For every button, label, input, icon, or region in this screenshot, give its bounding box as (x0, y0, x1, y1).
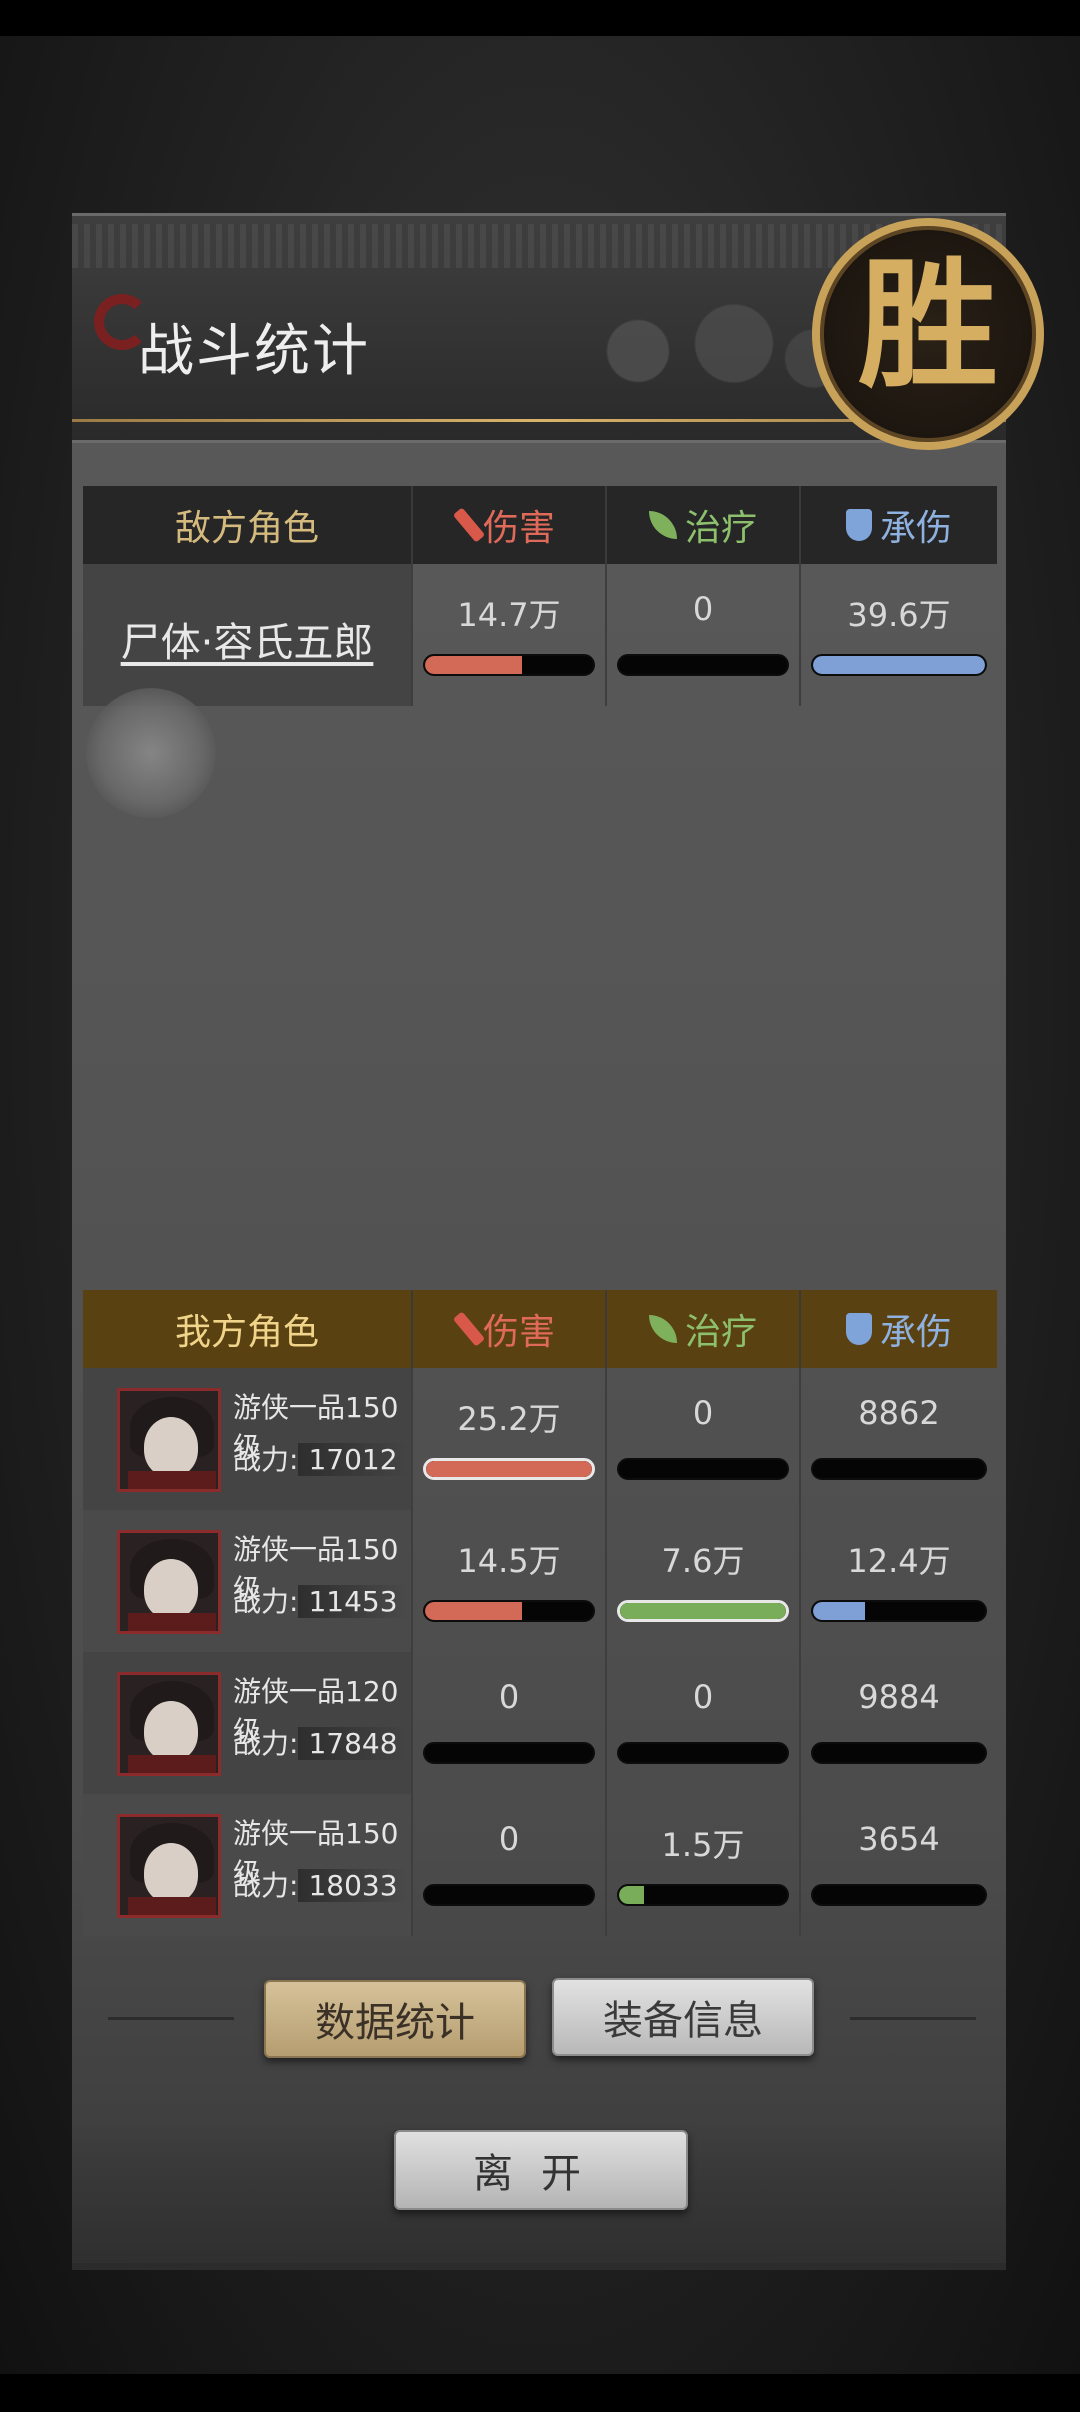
tank-column-header: 承伤 (801, 1290, 997, 1368)
tank-value: 8862 (858, 1394, 940, 1432)
hero-cell: 游侠一品150级 战力: 11453 (83, 1510, 413, 1652)
leave-button[interactable]: 离开 (394, 2130, 688, 2210)
ink-stamp-decoration (86, 688, 216, 818)
heal-column-header: 治疗 (607, 1290, 801, 1368)
left-divider (108, 2017, 234, 2020)
sword-icon (452, 507, 486, 543)
ally-table-header: 我方角色 伤害 治疗 承伤 (83, 1290, 997, 1368)
leaf-icon (648, 511, 677, 539)
heal-bar (617, 1458, 789, 1480)
hero-avatar[interactable] (117, 1530, 221, 1634)
damage-cell: 0 (413, 1652, 607, 1794)
table-row[interactable]: 游侠一品150级 战力: 18033 0 1.5万 3654 (83, 1794, 997, 1936)
table-row[interactable]: 游侠一品150级 战力: 17012 25.2万 0 8862 (83, 1368, 997, 1510)
damage-bar (423, 1458, 595, 1480)
tank-value: 9884 (858, 1678, 940, 1716)
heal-bar-fill (620, 1603, 786, 1619)
tank-cell: 8862 (801, 1368, 997, 1510)
tank-value: 3654 (858, 1820, 940, 1858)
data-stats-button[interactable]: 数据统计 (264, 1980, 526, 2058)
hero-avatar[interactable] (117, 1814, 221, 1918)
hero-power: 战力: 17012 (233, 1438, 408, 1478)
damage-cell: 14.5万 (413, 1510, 607, 1652)
heal-value: 0 (692, 1394, 714, 1432)
damage-bar (423, 1600, 595, 1622)
heal-bar (617, 1884, 789, 1906)
hero-cell: 游侠一品150级 战力: 17012 (83, 1368, 413, 1510)
shield-icon (845, 1313, 872, 1345)
sword-icon (452, 1311, 486, 1347)
shield-icon (845, 509, 872, 541)
tank-bar-fill (813, 656, 985, 674)
tank-value: 12.4万 (847, 1542, 951, 1580)
tank-bar (811, 654, 987, 676)
damage-cell: 0 (413, 1794, 607, 1936)
damage-column-header: 伤害 (413, 1290, 607, 1368)
tank-bar (811, 1458, 987, 1480)
damage-bar (423, 1742, 595, 1764)
tank-bar-fill (813, 1602, 865, 1620)
heal-bar (617, 1742, 789, 1764)
hero-avatar[interactable] (117, 1388, 221, 1492)
hero-power: 战力: 18033 (233, 1864, 408, 1904)
heal-bar-fill (619, 1886, 645, 1904)
navigation-bar (0, 2374, 1080, 2412)
table-row[interactable]: 游侠一品150级 战力: 11453 14.5万 7.6万 12.4万 (83, 1510, 997, 1652)
heal-cell: 0 (607, 1652, 801, 1794)
tank-bar (811, 1884, 987, 1906)
victory-badge: 胜 (812, 218, 1044, 450)
damage-value: 14.5万 (457, 1542, 561, 1580)
heal-bar (617, 654, 789, 676)
table-row[interactable]: 尸体·容氏五郎 14.7万 0 39.6万 (83, 564, 997, 706)
damage-bar-fill (425, 1602, 523, 1620)
page-title: 战斗统计 (138, 319, 370, 384)
enemy-table-header: 敌方角色 伤害 治疗 承伤 (83, 486, 997, 564)
heal-value: 0 (692, 1678, 714, 1716)
enemy-name-link[interactable]: 尸体·容氏五郎 (83, 610, 411, 668)
tank-column-header: 承伤 (801, 486, 997, 564)
damage-column-header: 伤害 (413, 486, 607, 564)
enemy-title: 敌方角色 (83, 486, 413, 564)
hero-power: 战力: 17848 (233, 1722, 408, 1762)
heal-value: 0 (692, 590, 714, 628)
hero-avatar[interactable] (117, 1672, 221, 1776)
tank-cell: 9884 (801, 1652, 997, 1794)
damage-value: 14.7万 (457, 596, 561, 634)
damage-value: 0 (498, 1678, 520, 1716)
ally-title: 我方角色 (83, 1290, 413, 1368)
hero-cell: 游侠一品120级 战力: 17848 (83, 1652, 413, 1794)
heal-value: 1.5万 (661, 1826, 745, 1864)
heal-bar (617, 1600, 789, 1622)
right-divider (850, 2017, 976, 2020)
damage-bar (423, 1884, 595, 1906)
damage-value: 0 (498, 1820, 520, 1858)
damage-value: 25.2万 (457, 1400, 561, 1438)
heal-cell: 0 (607, 1368, 801, 1510)
heal-value: 7.6万 (661, 1542, 745, 1580)
enemy-name-cell: 尸体·容氏五郎 (83, 564, 413, 706)
damage-bar (423, 654, 595, 676)
damage-bar-fill (426, 1461, 592, 1477)
tank-value: 39.6万 (847, 596, 951, 634)
damage-cell: 25.2万 (413, 1368, 607, 1510)
damage-cell: 14.7万 (413, 564, 607, 706)
damage-bar-fill (425, 656, 523, 674)
status-bar (0, 0, 1080, 36)
tank-bar (811, 1742, 987, 1764)
hero-power: 战力: 11453 (233, 1580, 408, 1620)
victory-text: 胜 (857, 244, 998, 408)
heal-cell: 0 (607, 564, 801, 706)
table-row[interactable]: 游侠一品120级 战力: 17848 0 0 9884 (83, 1652, 997, 1794)
heal-cell: 7.6万 (607, 1510, 801, 1652)
tank-cell: 39.6万 (801, 564, 997, 706)
tank-bar (811, 1600, 987, 1622)
tank-cell: 12.4万 (801, 1510, 997, 1652)
hero-cell: 游侠一品150级 战力: 18033 (83, 1794, 413, 1936)
heal-column-header: 治疗 (607, 486, 801, 564)
tank-cell: 3654 (801, 1794, 997, 1936)
equipment-info-button[interactable]: 装备信息 (552, 1978, 814, 2056)
leaf-icon (648, 1315, 677, 1343)
heal-cell: 1.5万 (607, 1794, 801, 1936)
